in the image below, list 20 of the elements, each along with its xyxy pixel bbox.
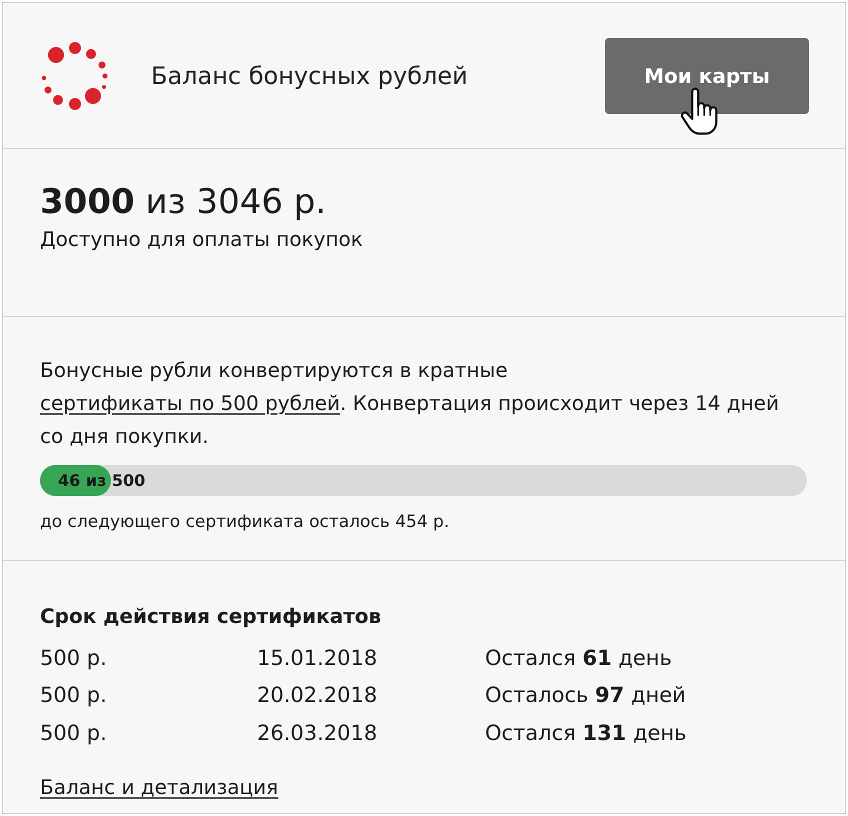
certificate-date: 20.02.2018: [257, 682, 378, 710]
certificate-amount: 500 р.: [40, 682, 107, 710]
remaining-text: до следующего сертификата осталось 454 р.: [40, 511, 450, 534]
hand-cursor-icon: [680, 87, 718, 135]
conversion-description: Бонусные рубли конвертируются в кратные сертификаты по 500 рублей. Конвертация происходит через 14 дней со дня покупки.: [40, 357, 780, 450]
certificate-amount: 500 р.: [40, 720, 107, 747]
certificate-days-left: Остался 61 день: [485, 644, 672, 672]
certificate-amount: 500 р.: [40, 644, 107, 672]
certificate-days-left: Остался 131 день: [485, 720, 687, 747]
certificate-days-left: Осталось 97 дней: [485, 682, 686, 710]
my-cards-button[interactable]: Мои карты: [605, 38, 809, 114]
certificate-date: 26.03.2018: [257, 720, 378, 747]
certificates-heading: Срок действия сертификатов: [40, 603, 382, 630]
certificate-date: 15.01.2018: [257, 644, 378, 672]
balance-amount: 3000 из 3046 р.: [40, 181, 328, 224]
page-title: Баланс бонусных рублей: [151, 62, 468, 90]
progress-label: 46 из 500: [58, 470, 146, 492]
balance-caption: Доступно для оплаты покупок: [40, 226, 364, 252]
balance-details-link[interactable]: Баланс и детализация: [40, 774, 278, 800]
certificates-link[interactable]: сертификаты по 500 рублей: [40, 391, 340, 415]
